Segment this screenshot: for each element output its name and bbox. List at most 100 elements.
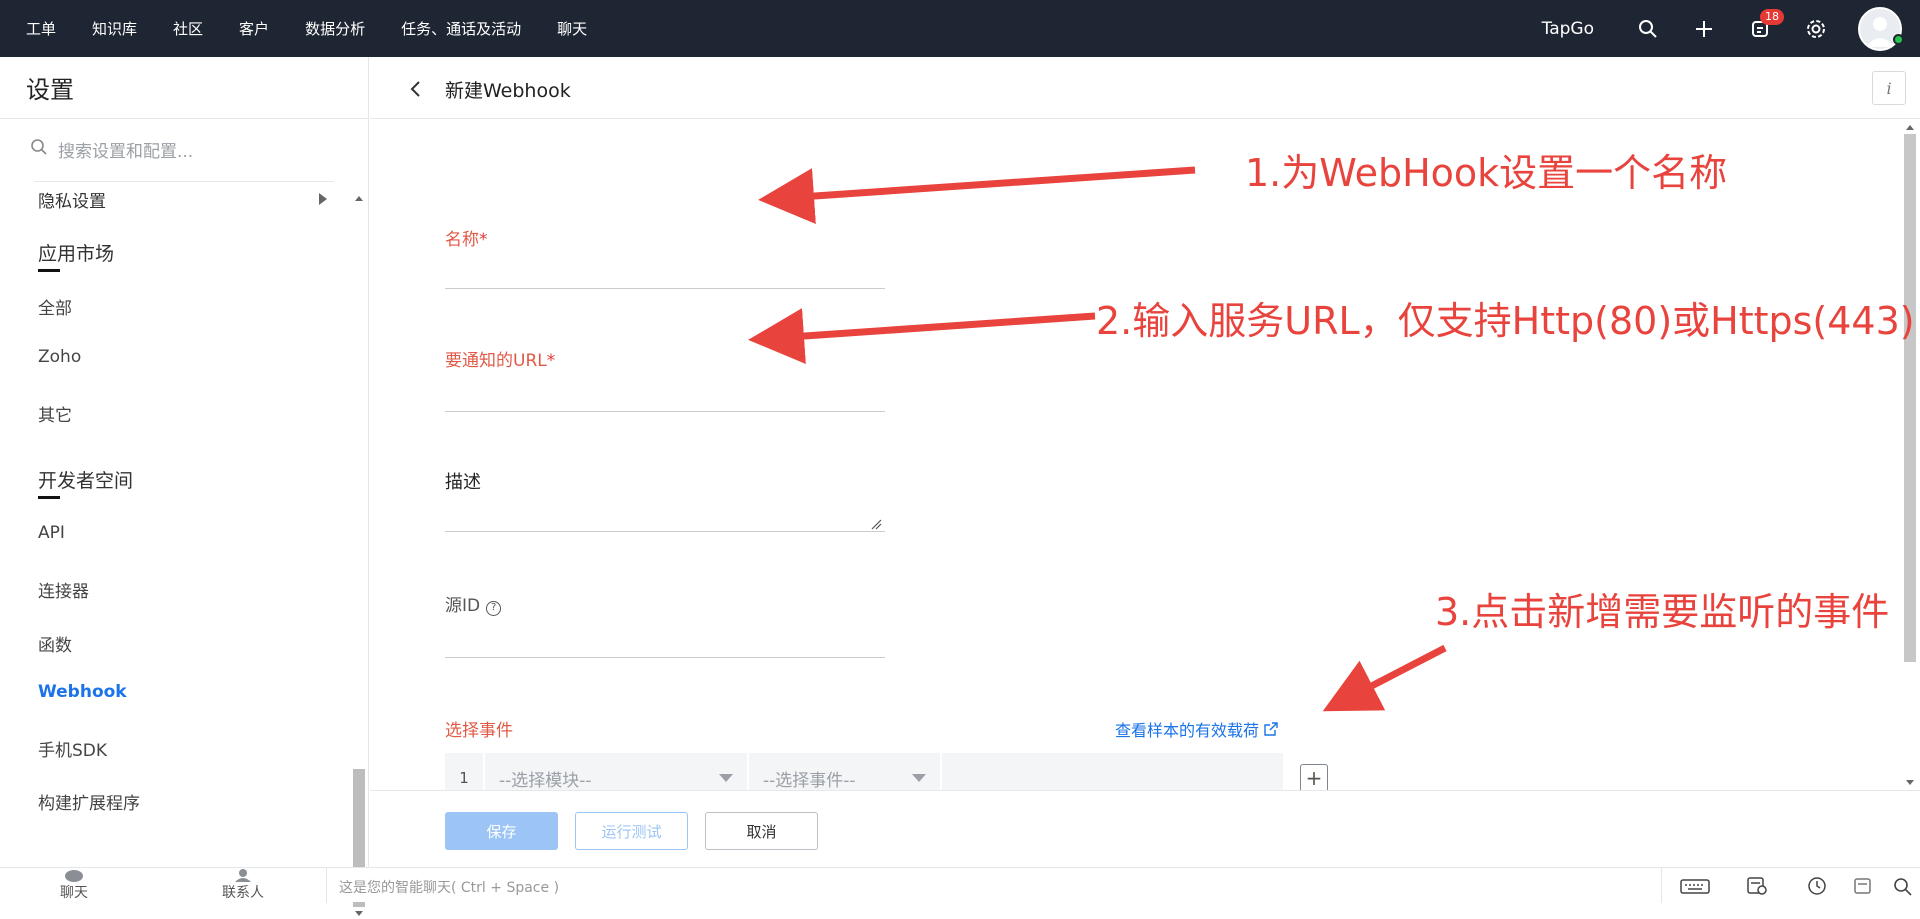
- event-select-value: --选择事件--: [763, 770, 856, 791]
- source-id-label: 源ID?: [445, 591, 502, 616]
- nav-customers[interactable]: 客户: [239, 18, 269, 39]
- search-input[interactable]: 搜索设置和配置...: [58, 137, 193, 162]
- help-icon[interactable]: ?: [486, 601, 502, 616]
- gear-icon[interactable]: [1802, 15, 1830, 43]
- group-marketplace-label: 应用市场: [38, 243, 115, 265]
- group-developer: 开发者空间: [38, 466, 134, 499]
- events-label: 选择事件: [445, 721, 513, 741]
- settings-sidebar: 设置 搜索设置和配置... 隐私设置 应用市场 全部 Zoho 其它 开发者空间…: [0, 57, 369, 916]
- sample-payload-link-text[interactable]: 查看样本的有效载荷: [1115, 717, 1259, 741]
- source-id-field[interactable]: [445, 657, 885, 658]
- sidebar-item-mobile-sdk[interactable]: 手机SDK: [38, 736, 107, 761]
- url-label-text: 要通知的URL: [445, 351, 547, 371]
- chat-bubble-icon: [65, 870, 83, 882]
- group-underline: [38, 269, 60, 272]
- description-label: 描述: [445, 472, 481, 493]
- sidebar-item-webhook[interactable]: Webhook: [38, 682, 127, 702]
- sidebar-item-zoho[interactable]: Zoho: [38, 347, 81, 367]
- nav-knowledge-base[interactable]: 知识库: [92, 18, 137, 39]
- event-select[interactable]: --选择事件--: [747, 753, 940, 790]
- plus-icon[interactable]: [1690, 15, 1718, 43]
- external-link-icon: [1264, 722, 1278, 736]
- module-select[interactable]: --选择模块--: [483, 753, 747, 790]
- page-title: 新建Webhook: [445, 80, 571, 102]
- search-icon[interactable]: [1634, 15, 1662, 43]
- notification-count-badge: 18: [1760, 8, 1784, 25]
- divider: [34, 181, 334, 182]
- settings-search[interactable]: 搜索设置和配置...: [0, 119, 368, 179]
- form-footer: 保存 运行测试 取消: [370, 790, 1920, 867]
- chat-tab[interactable]: 聊天: [60, 870, 88, 902]
- sidebar-item-privacy[interactable]: 隐私设置: [38, 187, 106, 212]
- annotation-step-3: 3.点击新增需要监听的事件: [1435, 590, 1890, 634]
- required-mark: *: [479, 230, 488, 250]
- search-icon: [30, 138, 48, 160]
- required-mark: *: [546, 351, 556, 371]
- scroll-up-icon[interactable]: [1902, 122, 1918, 132]
- scroll-down-icon[interactable]: [351, 909, 367, 919]
- top-right-tools: TapGo 18: [1542, 0, 1920, 57]
- nav-tickets[interactable]: 工单: [26, 18, 56, 39]
- webhook-form: 名称* 要通知的URL* 描述 源ID? 选择事件 查看样本的有效载荷 1 --…: [370, 120, 1900, 790]
- main-scrollbar[interactable]: [1902, 120, 1918, 790]
- group-underline: [38, 496, 60, 499]
- task-icon[interactable]: [1746, 876, 1768, 896]
- description-field[interactable]: [445, 531, 885, 532]
- event-extra-cell: [940, 753, 1283, 790]
- nav-activities[interactable]: 任务、通话及活动: [401, 18, 521, 39]
- url-field[interactable]: [445, 411, 885, 412]
- online-status-dot: [1893, 34, 1904, 45]
- contacts-icon: [235, 869, 251, 882]
- caret-right-icon[interactable]: [318, 191, 328, 210]
- annotation-step-2: 2.输入服务URL，仅支持Http(80)或Https(443): [1096, 299, 1915, 343]
- clock-icon[interactable]: [1806, 876, 1828, 896]
- url-label: 要通知的URL*: [445, 346, 555, 371]
- save-button[interactable]: 保存: [445, 812, 558, 850]
- chevron-down-icon: [719, 774, 733, 782]
- sidebar-item-build-extensions[interactable]: 构建扩展程序: [38, 789, 140, 814]
- main-nav: 工单 知识库 社区 客户 数据分析 任务、通话及活动 聊天: [0, 0, 623, 57]
- sidebar-scrollbar[interactable]: [351, 193, 367, 919]
- add-event-button[interactable]: +: [1300, 764, 1328, 790]
- info-button[interactable]: i: [1872, 71, 1906, 105]
- sidebar-item-all[interactable]: 全部: [38, 294, 72, 319]
- name-label: 名称*: [445, 225, 488, 250]
- sidebar-item-functions[interactable]: 函数: [38, 631, 72, 656]
- nav-chat[interactable]: 聊天: [557, 18, 587, 39]
- group-marketplace: 应用市场: [38, 239, 115, 272]
- chat-tab-label[interactable]: 聊天: [60, 885, 88, 901]
- bottom-chat-bar: 聊天 联系人 这是您的智能聊天( Ctrl + Space ): [0, 867, 1920, 903]
- resize-grip-icon[interactable]: [870, 518, 882, 530]
- smart-chat-input[interactable]: 这是您的智能聊天( Ctrl + Space ): [326, 868, 1662, 903]
- chevron-down-icon: [912, 774, 926, 782]
- contacts-tab-label[interactable]: 联系人: [222, 885, 264, 901]
- sidebar-title: 设置: [0, 57, 368, 119]
- keyboard-icon[interactable]: [1680, 876, 1710, 896]
- module-select-value: --选择模块--: [499, 770, 592, 791]
- group-developer-label: 开发者空间: [38, 470, 134, 492]
- sidebar-item-other[interactable]: 其它: [38, 401, 72, 426]
- page-header: 新建Webhook i: [370, 57, 1920, 119]
- run-test-button[interactable]: 运行测试: [575, 812, 688, 850]
- nav-analytics[interactable]: 数据分析: [305, 18, 365, 39]
- name-label-text: 名称: [445, 230, 479, 250]
- brand-name[interactable]: TapGo: [1542, 19, 1594, 39]
- sidebar-item-api[interactable]: API: [38, 523, 65, 543]
- contacts-tab[interactable]: 联系人: [222, 869, 264, 902]
- scroll-up-icon[interactable]: [351, 193, 367, 203]
- search-icon[interactable]: [1892, 876, 1914, 896]
- scroll-down-icon[interactable]: [1902, 778, 1918, 788]
- sidebar-item-connectors[interactable]: 连接器: [38, 577, 89, 602]
- cancel-button[interactable]: 取消: [705, 812, 818, 850]
- source-id-label-text: 源ID: [445, 596, 481, 616]
- back-arrow-icon[interactable]: [404, 77, 428, 101]
- notifications-icon[interactable]: 18: [1746, 8, 1784, 43]
- archive-icon[interactable]: [1852, 876, 1874, 896]
- name-field[interactable]: [445, 288, 885, 289]
- nav-community[interactable]: 社区: [173, 18, 203, 39]
- main-scrollbar-thumb[interactable]: [1904, 134, 1916, 662]
- event-row: 1 --选择模块-- --选择事件--: [445, 753, 1283, 790]
- top-navigation-bar: 工单 知识库 社区 客户 数据分析 任务、通话及活动 聊天 TapGo 18: [0, 0, 1920, 57]
- annotation-step-1: 1.为WebHook设置一个名称: [1245, 151, 1728, 195]
- sample-payload-link[interactable]: 查看样本的有效载荷: [1115, 717, 1279, 741]
